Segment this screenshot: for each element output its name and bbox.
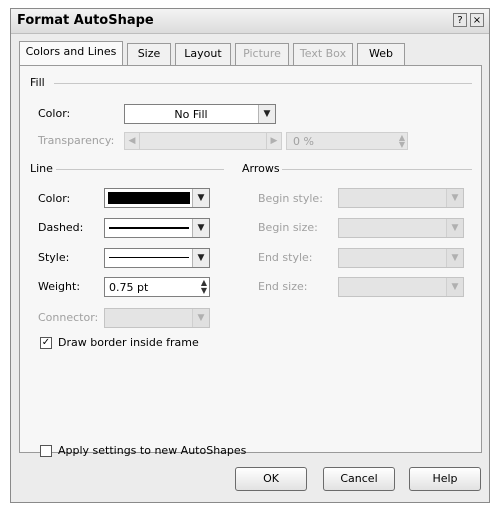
fill-color-dropdown[interactable]: No Fill ▼	[124, 104, 276, 124]
begin-size-label: Begin size:	[258, 221, 318, 234]
line-color-dropdown[interactable]: ▼	[104, 188, 210, 208]
transparency-slider[interactable]: ◀ ▶	[124, 132, 282, 150]
slider-left-icon: ◀	[125, 133, 140, 149]
tab-layout[interactable]: Layout	[175, 43, 231, 65]
chevron-down-icon: ▼	[192, 219, 209, 237]
end-size-dropdown[interactable]: ▼	[338, 277, 464, 297]
fill-color-label: Color:	[38, 107, 71, 120]
dash-preview	[109, 227, 189, 229]
tab-picture[interactable]: Picture	[235, 43, 289, 65]
line-section-label: Line	[30, 162, 53, 175]
slider-right-icon: ▶	[266, 133, 281, 149]
transparency-input[interactable]: 0 % ▲ ▼	[286, 132, 408, 150]
line-color-swatch	[108, 192, 190, 204]
begin-style-dropdown[interactable]: ▼	[338, 188, 464, 208]
arrows-separator	[282, 169, 472, 170]
close-icon[interactable]: ×	[470, 13, 484, 27]
weight-value: 0.75 pt	[109, 281, 149, 294]
chevron-down-icon: ▼	[192, 249, 209, 267]
fill-separator	[54, 83, 472, 84]
end-style-label: End style:	[258, 251, 313, 264]
draw-border-label: Draw border inside frame	[58, 336, 199, 349]
transparency-label: Transparency:	[38, 134, 115, 147]
chevron-down-icon: ▼	[192, 189, 209, 207]
weight-input[interactable]: 0.75 pt ▲ ▼	[104, 277, 210, 297]
tab-size[interactable]: Size	[127, 43, 171, 65]
cancel-button[interactable]: Cancel	[323, 467, 395, 491]
chevron-down-icon: ▼	[446, 249, 463, 267]
begin-size-dropdown[interactable]: ▼	[338, 218, 464, 238]
help-title-button[interactable]: ?	[453, 13, 467, 27]
apply-settings-label: Apply settings to new AutoShapes	[58, 444, 247, 457]
chevron-down-icon: ▼	[192, 309, 209, 327]
transparency-value: 0 %	[293, 135, 314, 148]
style-preview	[109, 257, 189, 258]
draw-border-checkbox[interactable]: ✓	[40, 337, 52, 349]
fill-section-label: Fill	[30, 76, 45, 89]
line-separator	[56, 169, 224, 170]
end-size-label: End size:	[258, 280, 308, 293]
arrows-section-label: Arrows	[242, 162, 280, 175]
ok-button[interactable]: OK	[235, 467, 307, 491]
window-title: Format AutoShape	[17, 13, 154, 28]
style-dropdown[interactable]: ▼	[104, 248, 210, 268]
style-label: Style:	[38, 251, 70, 264]
chevron-down-icon: ▼	[446, 219, 463, 237]
spinner-icon[interactable]: ▲ ▼	[201, 279, 207, 295]
chevron-down-icon: ▼	[446, 189, 463, 207]
help-button[interactable]: Help	[409, 467, 481, 491]
weight-label: Weight:	[38, 280, 81, 293]
fill-color-value: No Fill	[174, 108, 208, 121]
tab-colors-and-lines[interactable]: Colors and Lines	[19, 41, 123, 65]
tab-text-box[interactable]: Text Box	[293, 43, 353, 65]
connector-dropdown[interactable]: ▼	[104, 308, 210, 328]
colors-and-lines-panel: Fill Color: No Fill ▼ Transparency: ◀ ▶ …	[19, 65, 482, 457]
end-style-dropdown[interactable]: ▼	[338, 248, 464, 268]
chevron-down-icon: ▼	[258, 105, 275, 123]
checkmark-icon: ✓	[41, 337, 51, 348]
spinner-icon: ▲ ▼	[398, 133, 405, 149]
line-color-label: Color:	[38, 192, 71, 205]
dashed-label: Dashed:	[38, 221, 84, 234]
dashed-dropdown[interactable]: ▼	[104, 218, 210, 238]
chevron-down-icon: ▼	[446, 278, 463, 296]
tab-web[interactable]: Web	[357, 43, 405, 65]
begin-style-label: Begin style:	[258, 192, 323, 205]
connector-label: Connector:	[38, 311, 99, 324]
title-bar: Format AutoShape ? ×	[11, 9, 489, 34]
apply-settings-checkbox[interactable]	[40, 445, 52, 457]
format-autoshape-dialog: Format AutoShape ? × Colors and Lines Si…	[10, 8, 490, 503]
